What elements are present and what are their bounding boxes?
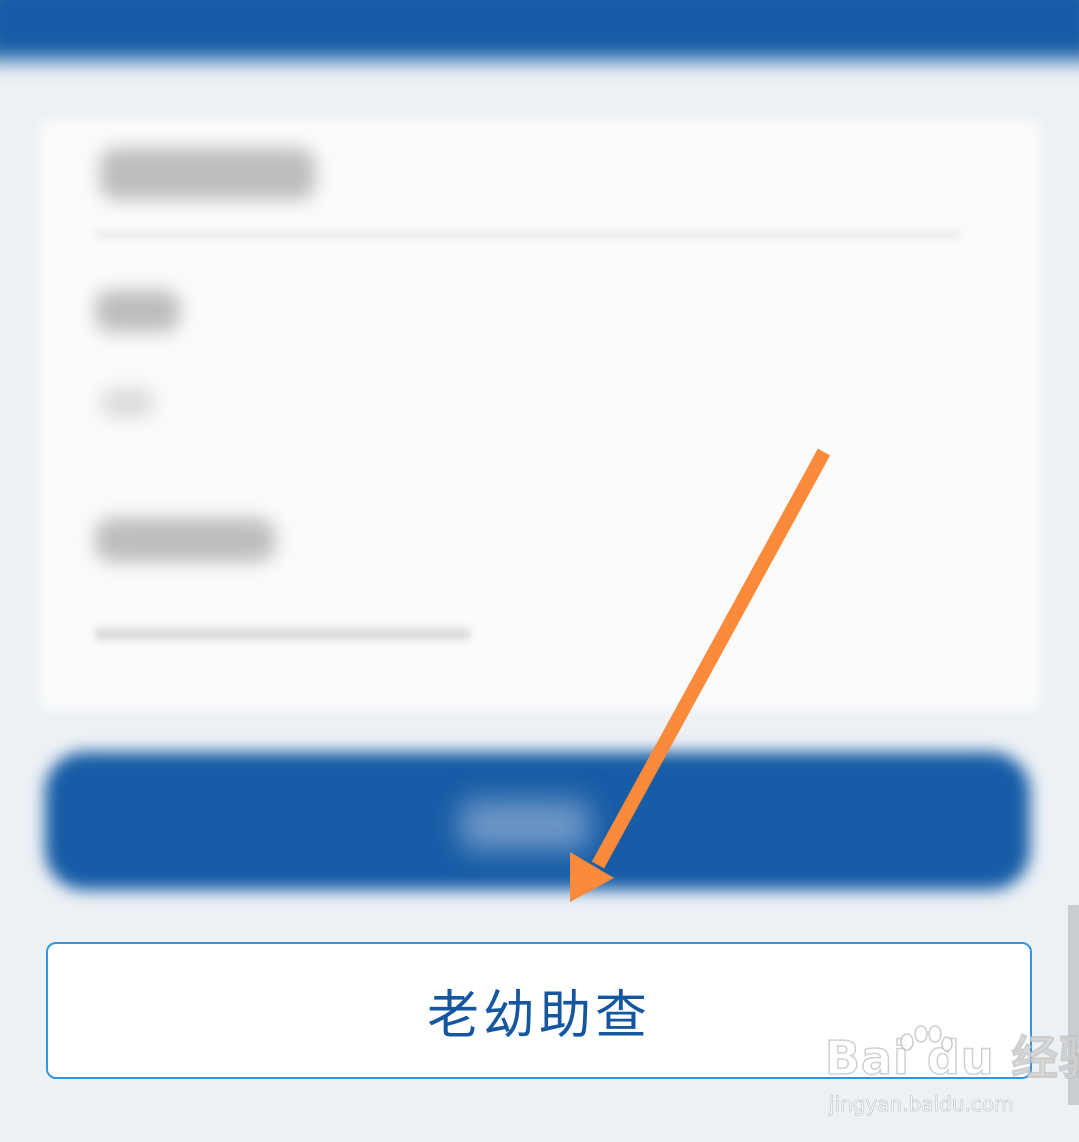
blurred-value xyxy=(100,388,155,418)
blurred-form-card xyxy=(40,120,1040,710)
app-screen: 老幼助查 Bai du 经验 jingyan.baidu.com xyxy=(0,0,1079,1142)
scrollbar[interactable] xyxy=(1068,905,1079,1105)
header-bar xyxy=(0,0,1079,60)
blurred-section-value xyxy=(95,628,470,640)
blurred-divider xyxy=(95,232,960,238)
blurred-title xyxy=(100,148,315,200)
blurred-section-label xyxy=(95,518,275,562)
blurred-primary-button-label xyxy=(460,800,590,850)
elder-child-check-label: 老幼助查 xyxy=(426,986,651,1046)
elder-child-check-button[interactable]: 老幼助查 xyxy=(46,942,1032,1079)
blurred-label xyxy=(95,290,180,332)
watermark-url: jingyan.baidu.com xyxy=(829,1092,1014,1117)
